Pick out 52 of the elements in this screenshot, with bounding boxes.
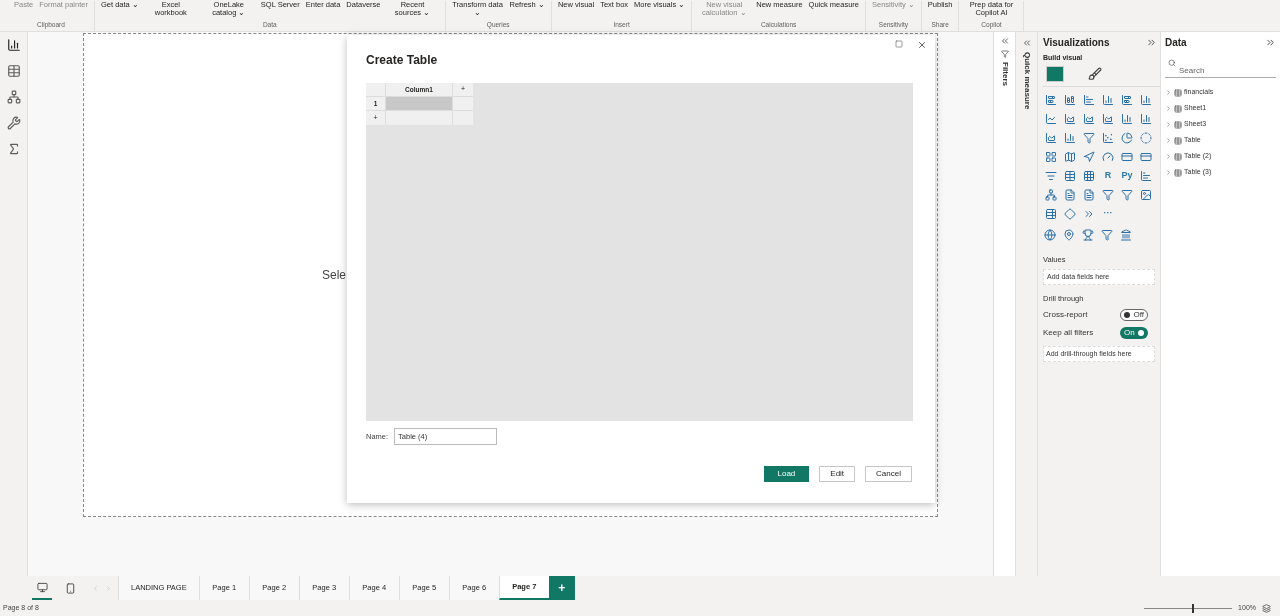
pane-title: Data xyxy=(1165,36,1187,50)
tree-icon[interactable] xyxy=(1043,186,1059,203)
collapse-icon[interactable] xyxy=(1021,38,1032,48)
filters-pane-collapsed[interactable]: Filters xyxy=(993,32,1015,576)
dialog-button[interactable]: Edit xyxy=(819,466,856,482)
table-cell xyxy=(453,97,473,111)
toggle-label: Cross-report xyxy=(1043,309,1088,321)
pane-title: Visualizations xyxy=(1043,36,1110,50)
table-icon xyxy=(1174,152,1182,161)
collapse-icon[interactable] xyxy=(1265,37,1276,48)
table-icon xyxy=(1174,104,1182,113)
close-icon[interactable] xyxy=(917,40,927,50)
trophy-icon[interactable] xyxy=(1081,227,1095,242)
search-field[interactable]: Search xyxy=(1165,64,1276,78)
table-icon xyxy=(1174,136,1182,145)
toggle-switch[interactable]: Off xyxy=(1120,309,1148,321)
table-icon xyxy=(1174,120,1182,129)
search-icon xyxy=(1168,59,1176,67)
visual-type-button[interactable]: Py xyxy=(1119,167,1135,184)
table-icon xyxy=(1174,88,1182,97)
filter-icon xyxy=(1000,50,1009,58)
tool-icon[interactable] xyxy=(6,116,21,130)
dialog-button[interactable]: Cancel xyxy=(865,466,912,482)
dialog-button[interactable]: Load xyxy=(763,466,810,482)
visual-type-button[interactable]: R xyxy=(1100,167,1116,184)
toggle-switch[interactable]: On xyxy=(1120,327,1148,339)
table-cell xyxy=(453,111,473,125)
corner-cell xyxy=(366,83,386,97)
visual-type-button[interactable]: ··· xyxy=(1100,205,1116,222)
add-page-button[interactable]: + xyxy=(548,576,575,600)
expand-icon[interactable] xyxy=(999,36,1010,46)
build-visual-tab[interactable] xyxy=(1046,65,1064,82)
quick-measure-label: Quick measure xyxy=(1021,52,1033,110)
globe-icon[interactable] xyxy=(1043,227,1057,242)
toggle-label: Keep all filters xyxy=(1043,327,1094,339)
model-view-icon[interactable] xyxy=(6,90,21,104)
collapse-icon[interactable] xyxy=(1146,37,1157,48)
map-icon[interactable] xyxy=(1062,227,1076,242)
dialog-title: Create Table xyxy=(366,52,439,69)
canvas-text: Sele xyxy=(322,267,347,284)
pie-chart-icon[interactable] xyxy=(1119,129,1135,146)
report-icon[interactable] xyxy=(1081,186,1097,203)
document-icon[interactable] xyxy=(1062,186,1078,203)
table-cell xyxy=(386,111,453,125)
filters-label: Filters xyxy=(999,62,1011,86)
format-visual-icon[interactable] xyxy=(1088,66,1102,81)
table-cell[interactable] xyxy=(386,97,453,111)
report-view-icon[interactable] xyxy=(6,38,21,52)
table-icon xyxy=(1174,168,1182,177)
filter-icon[interactable] xyxy=(1100,227,1114,242)
table-view-icon[interactable] xyxy=(6,64,21,78)
diamond-icon[interactable] xyxy=(1062,205,1078,222)
